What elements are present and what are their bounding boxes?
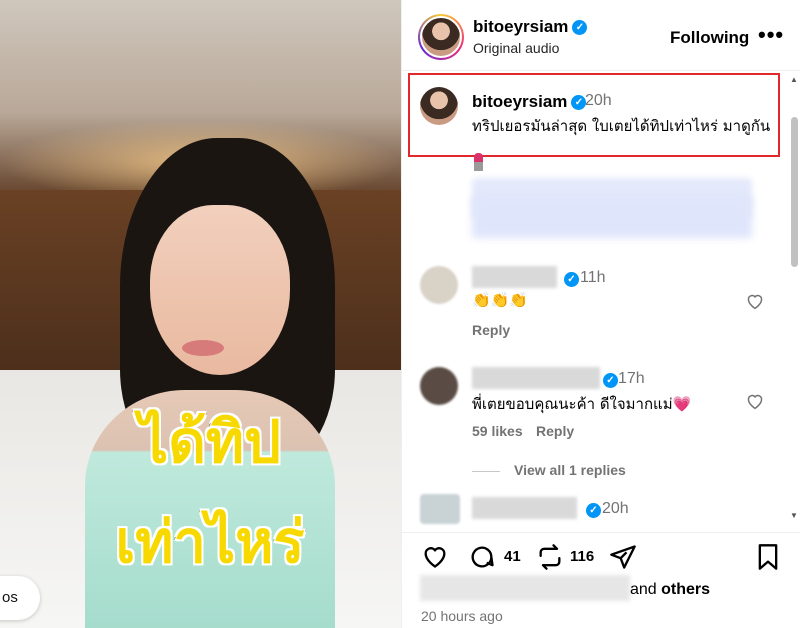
caption-time[interactable]: 20h <box>585 92 612 110</box>
like-comment-heart-icon[interactable] <box>745 392 765 410</box>
like-heart-icon[interactable] <box>421 543 449 569</box>
author-username-link[interactable]: bitoeyrsiam ✓ <box>473 17 588 37</box>
share-send-icon[interactable] <box>609 543 637 571</box>
author-username[interactable]: bitoeyrsiam <box>473 17 568 36</box>
comment-username-blurred[interactable] <box>472 266 557 288</box>
repost-count[interactable]: 116 <box>570 548 594 565</box>
liked-by-others[interactable]: others <box>661 581 710 598</box>
caption-avatar[interactable] <box>420 87 458 125</box>
like-comment-heart-icon[interactable] <box>745 292 765 310</box>
liked-by-row[interactable]: and others <box>412 575 800 605</box>
overlay-text-line1: ได้ทิป <box>138 407 283 478</box>
comment-count[interactable]: 41 <box>504 548 521 565</box>
overlay-text-line2: เท่าไหร่ <box>114 507 306 578</box>
comment-avatar[interactable] <box>420 266 458 304</box>
scroll-down-arrow-icon[interactable]: ▼ <box>790 511 798 520</box>
reply-button[interactable]: Reply <box>472 322 510 338</box>
following-button[interactable]: Following <box>670 28 749 48</box>
comment-time[interactable]: 11h <box>580 269 606 287</box>
reply-button[interactable]: Reply <box>536 423 574 439</box>
liked-by-blurred <box>420 575 630 601</box>
comment-text: พี่เตยขอบคุณนะค้า ดีใจมากแม่💗 <box>472 395 692 413</box>
comment-time[interactable]: 17h <box>618 370 645 388</box>
comment-likes-count[interactable]: 59 likes <box>472 423 523 439</box>
post-date[interactable]: 20 hours ago <box>421 608 503 624</box>
person-lips <box>182 340 224 356</box>
comment-time[interactable]: 20h <box>602 500 629 518</box>
liked-by-text[interactable]: and others <box>630 581 710 599</box>
scroll-up-arrow-icon[interactable]: ▲ <box>790 75 798 84</box>
post-header: bitoeyrsiam ✓ Original audio Following ••… <box>402 0 800 71</box>
scrollbar-thumb[interactable] <box>791 117 798 267</box>
verified-badge-icon: ✓ <box>586 503 601 518</box>
author-avatar[interactable] <box>418 14 464 60</box>
comments-scrollbar[interactable]: ▲ ▼ <box>790 75 798 520</box>
replies-divider <box>472 470 500 472</box>
view-replies-button[interactable]: View all 1 replies <box>472 462 626 478</box>
caption-text: ทริปเยอรมันล่าสุด ใบเตยได้ทิปเท่าไหร่ มา… <box>472 117 771 135</box>
lipstick-emoji-icon <box>474 153 483 171</box>
comment-avatar[interactable] <box>420 494 460 524</box>
comment-username-blurred[interactable] <box>472 367 600 389</box>
blurred-caption-text <box>472 196 752 238</box>
action-bar: 41 116 <box>402 532 800 576</box>
verified-badge-icon: ✓ <box>603 373 618 388</box>
liked-by-and: and <box>630 581 657 598</box>
comment-text: 👏👏👏 <box>472 291 529 309</box>
comment-username-blurred[interactable] <box>472 497 577 519</box>
verified-badge-icon: ✓ <box>572 20 588 36</box>
more-options-icon[interactable]: ••• <box>758 22 784 48</box>
verified-badge-icon: ✓ <box>564 272 579 287</box>
repost-icon[interactable] <box>536 543 564 571</box>
save-bookmark-icon[interactable] <box>756 543 780 571</box>
view-replies-label[interactable]: View all 1 replies <box>514 462 626 478</box>
audio-label[interactable]: Original audio <box>473 40 559 56</box>
video-media[interactable]: ได้ทิป เท่าไหร่ os <box>0 0 401 628</box>
comment-bubble-icon[interactable] <box>468 543 496 571</box>
comment-avatar[interactable] <box>420 367 458 405</box>
post-panel: bitoeyrsiam ✓ Original audio Following ••… <box>401 0 800 628</box>
caption-username[interactable]: bitoeyrsiam <box>472 92 567 111</box>
caption-username-row: bitoeyrsiam ✓ <box>472 92 587 112</box>
